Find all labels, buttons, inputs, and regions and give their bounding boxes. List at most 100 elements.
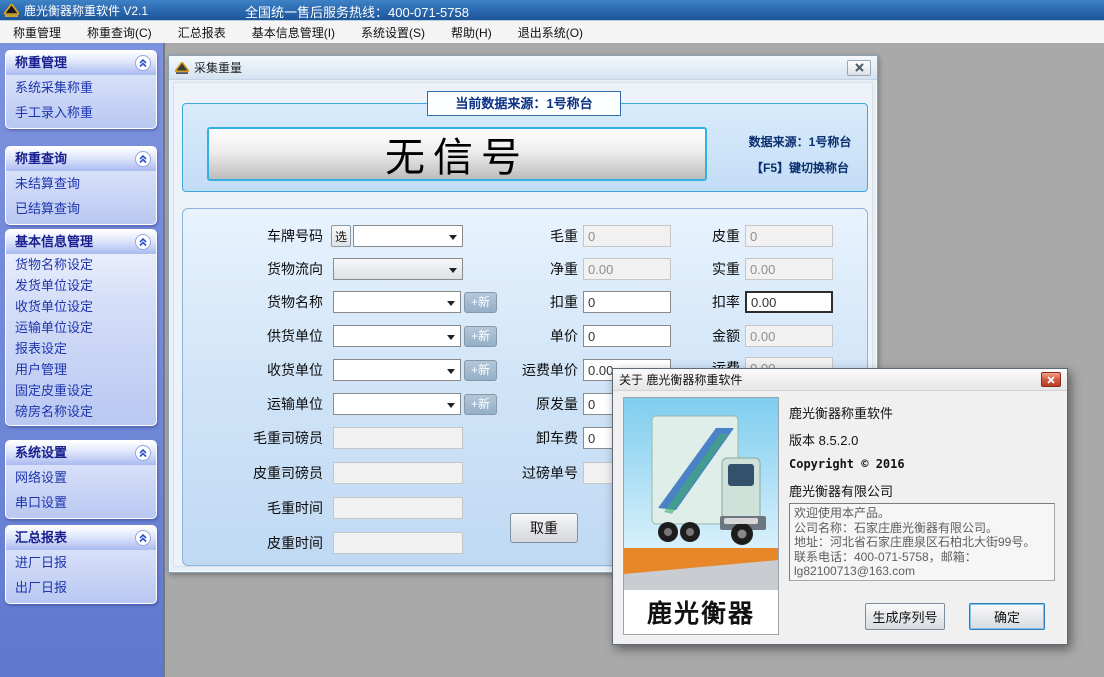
sidebar-item-shipper-unit[interactable]: 发货单位设定 (6, 275, 156, 296)
supplier-add-button[interactable]: +新 (464, 326, 497, 347)
info-line: 地址：河北省石家庄鹿泉区石柏北大街99号。 (794, 535, 1050, 550)
sidebar-panel-weigh-query: 称重查询 未结算查询 已结算查询 (5, 146, 157, 225)
sidebar-item-manual-weigh[interactable]: 手工录入称重 (6, 100, 156, 125)
sidebar-header-weigh-manage[interactable]: 称重管理 (6, 51, 156, 75)
generate-serial-button[interactable]: 生成序列号 (865, 603, 945, 630)
menu-weigh-manage[interactable]: 称重管理 (0, 20, 74, 45)
sidebar-header-label: 基本信息管理 (15, 234, 93, 249)
label-gross-time: 毛重时间 (193, 497, 323, 519)
plate-select-button[interactable]: 选 (331, 225, 351, 247)
net-weight-field (583, 258, 671, 280)
sidebar-item-unsettled-query[interactable]: 未结算查询 (6, 171, 156, 196)
deduct-rate-field[interactable] (745, 291, 833, 313)
info-line: 公司名称：石家庄鹿光衡器有限公司。 (794, 521, 1050, 536)
chevron-down-icon (447, 335, 455, 340)
sidebar-panel-summary-report: 汇总报表 进厂日报 出厂日报 (5, 525, 157, 604)
chevron-down-icon (449, 268, 457, 273)
sidebar-item-user-manage[interactable]: 用户管理 (6, 359, 156, 380)
data-source-banner: 当前数据来源：1号称台 (427, 91, 621, 116)
sidebar-item-receiver-unit[interactable]: 收货单位设定 (6, 296, 156, 317)
amount-field (745, 325, 833, 347)
supplier-combo[interactable] (333, 325, 461, 347)
unit-price-field[interactable] (583, 325, 671, 347)
menu-system-settings[interactable]: 系统设置(S) (348, 20, 438, 45)
receiver-combo[interactable] (333, 359, 461, 381)
application-window: 鹿光衡器称重软件 V2.1 全国统一售后服务热线：400-071-5758 称重… (0, 0, 1104, 677)
sidebar-item-goods-name[interactable]: 货物名称设定 (6, 254, 156, 275)
label-receiver: 收货单位 (193, 359, 323, 381)
goods-name-add-button[interactable]: +新 (464, 292, 497, 313)
about-dialog-title: 关于 鹿光衡器称重软件 (619, 371, 742, 388)
sidebar-item-scale-house-name[interactable]: 磅房名称设定 (6, 401, 156, 422)
label-freight-unit-price: 运费单价 (498, 359, 578, 381)
dialog-product-name: 鹿光衡器称重软件 (789, 403, 893, 422)
sidebar-item-outbound-daily[interactable]: 出厂日报 (6, 575, 156, 600)
scale-switch-hint: 【F5】键切换称台 (735, 155, 865, 181)
menu-exit[interactable]: 退出系统(O) (505, 20, 596, 45)
plate-number-combo[interactable] (353, 225, 463, 247)
info-line: lg82100713@163.com (794, 564, 1050, 579)
sidebar-item-network-settings[interactable]: 网络设置 (6, 465, 156, 490)
about-dialog-titlebar[interactable]: 关于 鹿光衡器称重软件 (613, 369, 1067, 391)
tare-time-field (333, 532, 463, 554)
chevron-down-icon (447, 301, 455, 306)
collapse-chevron-icon[interactable] (135, 530, 151, 546)
sidebar-item-system-weigh[interactable]: 系统采集称重 (6, 75, 156, 100)
label-tare-operator: 皮重司磅员 (193, 462, 323, 484)
sidebar-item-transport-unit[interactable]: 运输单位设定 (6, 317, 156, 338)
take-weight-button[interactable]: 取重 (510, 513, 578, 543)
tare-operator-field (333, 462, 463, 484)
label-transporter: 运输单位 (193, 393, 323, 415)
sidebar-header-label: 称重管理 (15, 55, 67, 70)
collapse-chevron-icon[interactable] (135, 234, 151, 250)
sidebar-header-system-settings[interactable]: 系统设置 (6, 441, 156, 465)
deduct-weight-field[interactable] (583, 291, 671, 313)
transporter-add-button[interactable]: +新 (464, 394, 497, 415)
menu-weigh-query[interactable]: 称重查询(C) (74, 20, 165, 45)
sidebar-header-label: 系统设置 (15, 445, 67, 460)
collapse-chevron-icon[interactable] (135, 55, 151, 71)
weight-display: 无信号 (207, 127, 707, 181)
scale-source-line: 数据来源：1号称台 (735, 129, 865, 155)
scale-source-info: 数据来源：1号称台 【F5】键切换称台 (735, 129, 865, 181)
sidebar-header-basic-info[interactable]: 基本信息管理 (6, 230, 156, 254)
capture-window-titlebar[interactable]: 采集重量 (169, 56, 877, 80)
sidebar-header-summary-report[interactable]: 汇总报表 (6, 526, 156, 550)
label-actual-weight: 实重 (670, 258, 740, 280)
sidebar-panel-weigh-manage: 称重管理 系统采集称重 手工录入称重 (5, 50, 157, 129)
label-net-weight: 净重 (498, 258, 578, 280)
dialog-version: 版本 8.5.2.0 (789, 430, 858, 449)
service-hotline: 全国统一售后服务热线：400-071-5758 (245, 2, 469, 21)
app-title: 鹿光衡器称重软件 V2.1 (24, 2, 148, 19)
label-goods-flow: 货物流向 (193, 258, 323, 280)
window-close-icon[interactable] (847, 60, 871, 76)
menu-basic-info[interactable]: 基本信息管理(I) (239, 20, 348, 45)
menu-help[interactable]: 帮助(H) (438, 20, 505, 45)
gross-weight-field (583, 225, 671, 247)
transporter-combo[interactable] (333, 393, 461, 415)
info-line: 联系电话：400-071-5758，邮箱： (794, 550, 1050, 565)
dialog-info-box: 欢迎使用本产品。 公司名称：石家庄鹿光衡器有限公司。 地址：河北省石家庄鹿泉区石… (789, 503, 1055, 581)
label-amount: 金额 (670, 325, 740, 347)
goods-flow-combo[interactable] (333, 258, 463, 280)
dialog-close-icon[interactable] (1041, 372, 1061, 387)
sidebar-item-settled-query[interactable]: 已结算查询 (6, 196, 156, 221)
receiver-add-button[interactable]: +新 (464, 360, 497, 381)
sidebar-header-weigh-query[interactable]: 称重查询 (6, 147, 156, 171)
ok-button[interactable]: 确定 (969, 603, 1045, 630)
chevron-down-icon (447, 403, 455, 408)
sidebar-item-fixed-tare[interactable]: 固定皮重设定 (6, 380, 156, 401)
truck-photo-caption: 鹿光衡器 (624, 590, 778, 634)
label-gross-weight: 毛重 (498, 225, 578, 247)
menu-summary-report[interactable]: 汇总报表 (165, 20, 239, 45)
dialog-copyright: Copyright © 2016 (789, 457, 905, 471)
truck-photo: 鹿光衡器 (623, 397, 779, 635)
sidebar-item-report-setting[interactable]: 报表设定 (6, 338, 156, 359)
goods-name-combo[interactable] (333, 291, 461, 313)
sidebar-item-serial-settings[interactable]: 串口设置 (6, 490, 156, 515)
sidebar-item-inbound-daily[interactable]: 进厂日报 (6, 550, 156, 575)
collapse-chevron-icon[interactable] (135, 445, 151, 461)
about-dialog: 关于 鹿光衡器称重软件 (612, 368, 1068, 645)
chevron-down-icon (449, 235, 457, 240)
collapse-chevron-icon[interactable] (135, 151, 151, 167)
